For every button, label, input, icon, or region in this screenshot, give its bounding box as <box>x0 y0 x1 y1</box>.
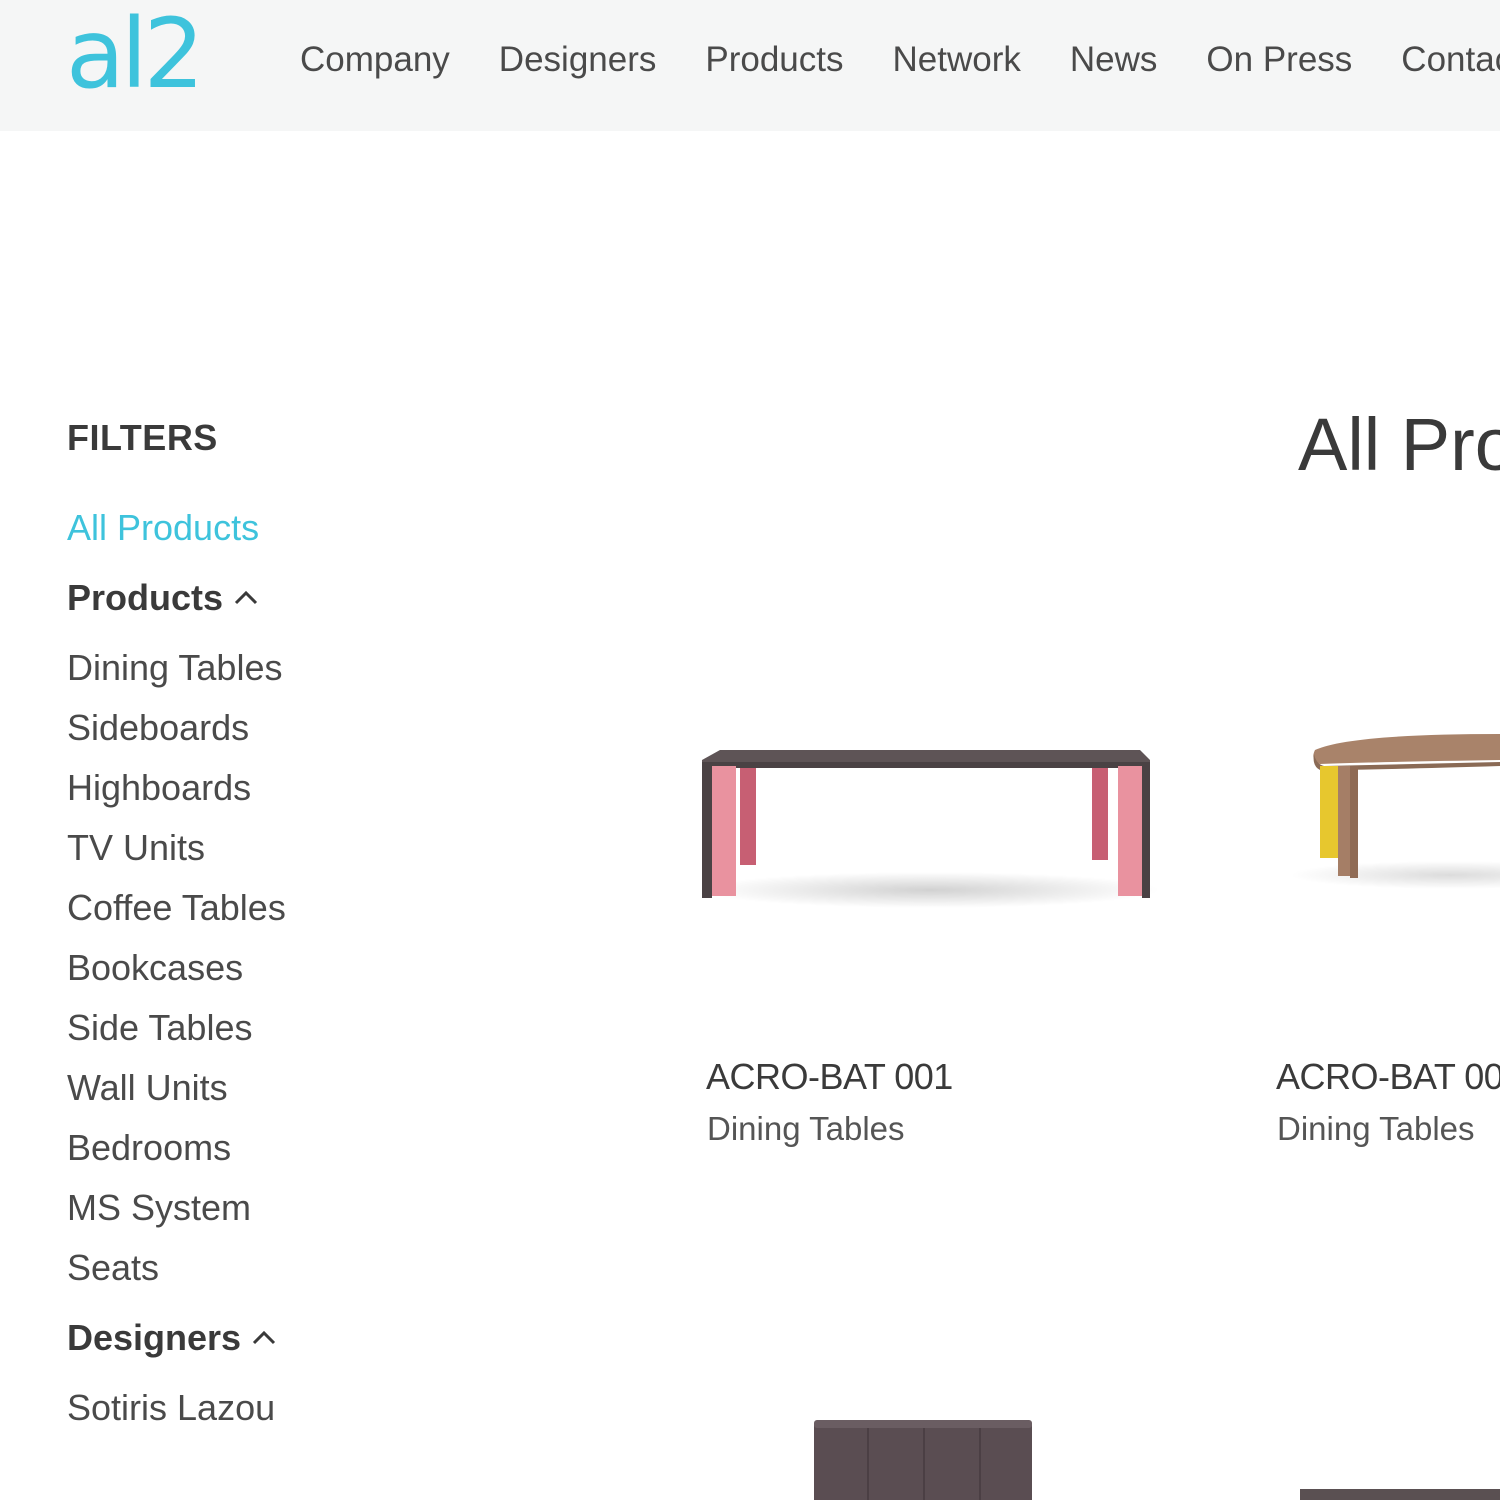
nav-network[interactable]: Network <box>893 38 1021 82</box>
chevron-up-icon <box>253 1330 276 1345</box>
filter-item-seats[interactable]: Seats <box>67 1247 286 1307</box>
filter-item-bookcases[interactable]: Bookcases <box>67 947 286 1007</box>
filter-item-sotiris-lazou[interactable]: Sotiris Lazou <box>67 1387 275 1447</box>
filter-group-designers[interactable]: Designers <box>67 1317 277 1359</box>
filter-list-products: Dining Tables Sideboards Highboards TV U… <box>67 647 286 1307</box>
product-category: Dining Tables <box>707 1110 905 1147</box>
site-logo[interactable]: al2 <box>66 6 205 102</box>
main-nav: Company Designers Products Network News … <box>300 38 1500 82</box>
product-image-table[interactable] <box>1290 720 1500 920</box>
product-image-partial[interactable] <box>1300 1485 1500 1500</box>
filter-item-wall-units[interactable]: Wall Units <box>67 1067 286 1127</box>
filter-item-dining-tables[interactable]: Dining Tables <box>67 647 286 707</box>
filter-item-ms-system[interactable]: MS System <box>67 1187 286 1247</box>
filter-all-products[interactable]: All Products <box>67 507 259 549</box>
filter-group-designers-label: Designers <box>67 1317 242 1358</box>
product-name[interactable]: ACRO-BAT 001 <box>706 1056 953 1098</box>
filter-item-tv-units[interactable]: TV Units <box>67 827 286 887</box>
site-header: al2 Company Designers Products Network N… <box>0 0 1500 131</box>
nav-on-press[interactable]: On Press <box>1206 38 1352 82</box>
product-image-cabinet[interactable] <box>812 1418 1034 1500</box>
product-category: Dining Tables <box>1277 1110 1475 1147</box>
nav-products[interactable]: Products <box>705 38 843 82</box>
filter-item-sideboards[interactable]: Sideboards <box>67 707 286 767</box>
product-name[interactable]: ACRO-BAT 00 <box>1276 1056 1500 1098</box>
filter-item-side-tables[interactable]: Side Tables <box>67 1007 286 1067</box>
chevron-up-icon <box>234 590 258 605</box>
filter-item-bedrooms[interactable]: Bedrooms <box>67 1127 286 1187</box>
filter-group-products-label: Products <box>67 577 224 618</box>
product-image-table[interactable] <box>690 720 1170 920</box>
nav-news[interactable]: News <box>1070 38 1158 82</box>
page-title: All Pro <box>1298 403 1500 486</box>
filter-item-coffee-tables[interactable]: Coffee Tables <box>67 887 286 947</box>
nav-designers[interactable]: Designers <box>499 38 657 82</box>
filters-title: FILTERS <box>67 417 218 458</box>
filter-item-highboards[interactable]: Highboards <box>67 767 286 827</box>
nav-contact[interactable]: Contac <box>1401 38 1500 82</box>
nav-company[interactable]: Company <box>300 38 450 82</box>
filter-list-designers: Sotiris Lazou <box>67 1387 275 1447</box>
filter-group-products[interactable]: Products <box>67 577 259 619</box>
